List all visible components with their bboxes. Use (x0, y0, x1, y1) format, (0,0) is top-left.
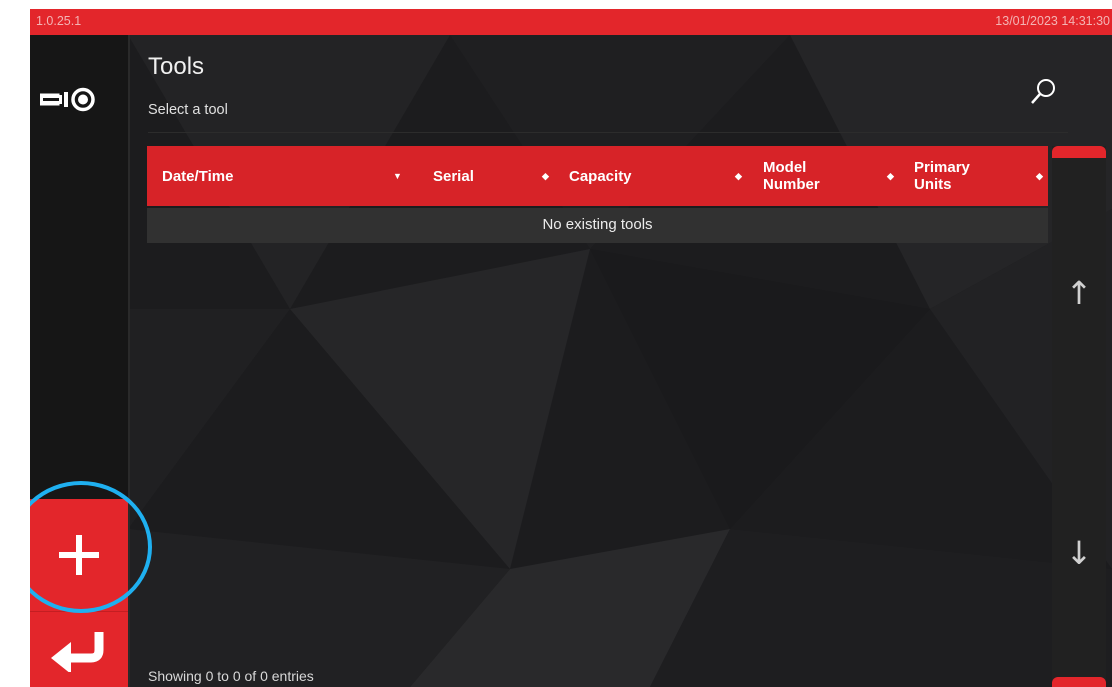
back-button[interactable] (30, 611, 128, 687)
sort-icon: ◆ (542, 171, 549, 181)
tool-icon (40, 87, 95, 112)
search-icon (1031, 79, 1055, 104)
sort-icon: ◆ (735, 171, 742, 181)
table-header: Date/Time ▼ Serial ◆ Capacity ◆ Model Nu… (147, 146, 1048, 206)
column-header-model-number[interactable]: Model Number (763, 146, 873, 206)
column-header-primary-units[interactable]: Primary Units (914, 146, 1024, 206)
sidebar (30, 35, 130, 687)
scrollbar-bottom-cap (1052, 677, 1106, 687)
search-button[interactable] (1026, 75, 1060, 109)
entries-info: Showing 0 to 0 of 0 entries (148, 668, 314, 684)
return-arrow-icon (51, 632, 104, 672)
table-empty-row: No existing tools (147, 208, 1048, 243)
add-tool-button[interactable] (30, 499, 128, 611)
scrollbar[interactable]: ↑ ↓ (1052, 146, 1106, 687)
scrollbar-top-cap (1052, 146, 1106, 158)
column-header-datetime[interactable]: Date/Time (162, 146, 382, 206)
sort-desc-icon: ▼ (393, 171, 402, 181)
status-bar: 1.0.25.1 13/01/2023 14:31:30 (30, 9, 1112, 35)
datetime-label: 13/01/2023 14:31:30 (995, 14, 1110, 28)
column-header-capacity[interactable]: Capacity (569, 146, 729, 206)
header-divider (148, 132, 1068, 133)
version-label: 1.0.25.1 (36, 14, 82, 28)
sort-icon: ◆ (1036, 171, 1043, 181)
device-screen: 1.0.25.1 13/01/2023 14:31:30 Tools Selec… (30, 9, 1112, 687)
plus-icon (59, 535, 99, 575)
page-title: Tools (148, 53, 205, 80)
arrow-down-icon[interactable]: ↓ (1052, 534, 1106, 572)
page-subtitle: Select a tool (148, 102, 228, 118)
column-header-serial[interactable]: Serial (433, 146, 533, 206)
arrow-up-icon[interactable]: ↑ (1052, 274, 1106, 312)
sort-icon: ◆ (887, 171, 894, 181)
